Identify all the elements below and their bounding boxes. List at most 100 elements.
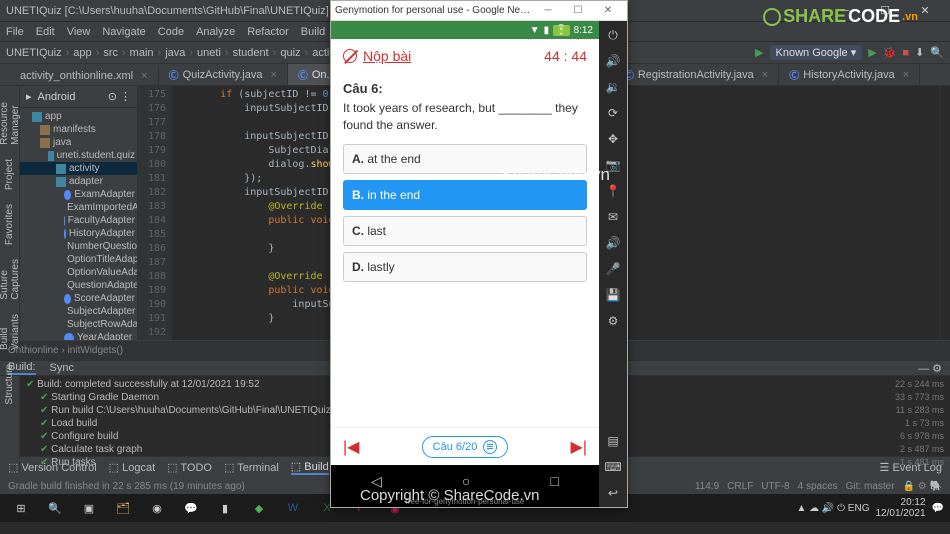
bottom-tab-build[interactable]: ⬚ Build — [291, 460, 329, 475]
tree-node[interactable]: YearAdapter — [20, 331, 137, 340]
tree-node[interactable]: HistoryAdapter — [20, 227, 137, 240]
search-icon[interactable]: 🔍 — [930, 46, 944, 59]
crumb[interactable]: quiz — [280, 47, 300, 59]
msg-icon[interactable]: ✉ — [605, 209, 621, 225]
clock-date[interactable]: 12/01/2021 — [875, 508, 925, 519]
tree-node[interactable]: OptionValueAdapter — [20, 266, 137, 279]
project-header[interactable]: ▸Android ⊙ ⋮ — [20, 86, 137, 108]
terminal-icon[interactable]: ▮ — [210, 496, 240, 520]
menu-build[interactable]: Build — [301, 26, 325, 38]
editor-tab[interactable]: Ⓒ HistoryActivity.java× — [779, 64, 920, 85]
tree-node[interactable]: java — [20, 136, 137, 149]
tree-node[interactable]: adapter — [20, 175, 137, 188]
start-button[interactable]: ⊞ — [6, 496, 36, 520]
tool-stripe-build-variants[interactable]: Build Variants — [0, 310, 23, 354]
answer-option[interactable]: B. in the end — [343, 180, 587, 210]
tool-stripe-resource-manager[interactable]: Resource Manager — [0, 98, 23, 149]
tree-node[interactable]: ExamImportedAdapter — [20, 201, 137, 214]
stop-icon[interactable]: ■ — [902, 47, 909, 59]
android-studio-icon[interactable]: ◆ — [244, 496, 274, 520]
spk-icon[interactable]: 🔊 — [605, 235, 621, 251]
bottom-tab-terminal[interactable]: ⬚ Terminal — [224, 461, 279, 474]
play-icon[interactable]: ▶ — [755, 46, 763, 59]
editor-tab[interactable]: Ⓒ RegistrationActivity.java× — [614, 64, 779, 85]
event-log[interactable]: ☰ Event Log — [880, 461, 942, 474]
git-icon[interactable]: ⬇ — [915, 46, 924, 59]
kbd-icon[interactable]: ⌨ — [605, 459, 621, 475]
emulator-window[interactable]: Genymotion for personal use - Google Nex… — [330, 0, 628, 508]
tree-node[interactable]: app — [20, 110, 137, 123]
bottom-tab-logcat[interactable]: ⬚ Logcat — [109, 461, 155, 474]
tree-node[interactable]: ScoreAdapter — [20, 292, 137, 305]
search-icon[interactable]: 🔍 — [40, 496, 70, 520]
gps-icon[interactable]: 📍 — [605, 183, 621, 199]
tree-node[interactable]: activity — [20, 162, 137, 175]
crumb[interactable]: student — [233, 47, 269, 59]
menu-analyze[interactable]: Analyze — [196, 26, 235, 38]
volume-down-icon[interactable]: 🔉 — [605, 79, 621, 95]
prev-question-button[interactable]: |◀ — [343, 437, 359, 457]
tree-node[interactable]: uneti.student.quiz — [20, 149, 137, 162]
move-icon[interactable]: ✥ — [605, 131, 621, 147]
question-counter-button[interactable]: Câu 6/20 — [422, 436, 509, 458]
tree-node[interactable]: QuestionAdapter — [20, 279, 137, 292]
recents-button[interactable]: □ — [550, 473, 558, 489]
tree-node[interactable]: ExamAdapter — [20, 188, 137, 201]
mic-icon[interactable]: 🎤 — [605, 261, 621, 277]
settings-icon[interactable]: ⚙ — [605, 313, 621, 329]
tree-node[interactable]: NumberQuestionAdapter — [20, 240, 137, 253]
notifications-icon[interactable]: 💬 — [932, 503, 944, 514]
task-view-icon[interactable]: ▣ — [74, 496, 104, 520]
back-icon[interactable]: ↩ — [605, 485, 621, 501]
answer-option[interactable]: C. last — [343, 216, 587, 246]
volume-up-icon[interactable]: 🔊 — [605, 53, 621, 69]
tool-stripe-structure[interactable]: Structure — [2, 360, 17, 409]
editor-tab[interactable]: activity_onthionline.xml× — [2, 67, 159, 85]
menu-code[interactable]: Code — [158, 26, 184, 38]
tree-node[interactable]: manifests — [20, 123, 137, 136]
tree-node[interactable]: SubjectRowAdapter — [20, 318, 137, 331]
answer-option[interactable]: A. at the end — [343, 144, 587, 174]
build-tab-sync[interactable]: Sync — [50, 362, 74, 374]
phone-screen[interactable]: ▼ ▮ 🔋 8:12 Nộp bài 44 : 44 Câu 6: It too… — [331, 21, 599, 507]
menu-navigate[interactable]: Navigate — [102, 26, 145, 38]
emu-minimize-button[interactable]: ─ — [533, 5, 563, 16]
menu-edit[interactable]: Edit — [36, 26, 55, 38]
tree-node[interactable]: SubjectAdapter — [20, 305, 137, 318]
emu-maximize-button[interactable]: ☐ — [563, 5, 593, 16]
clock-time[interactable]: 20:12 — [875, 497, 925, 508]
crumb[interactable]: app — [73, 47, 91, 59]
rotate-icon[interactable]: ⟳ — [605, 105, 621, 121]
menu-file[interactable]: File — [6, 26, 24, 38]
tree-node[interactable]: FacultyAdapter — [20, 214, 137, 227]
word-icon[interactable]: W — [278, 496, 308, 520]
menu-view[interactable]: View — [67, 26, 91, 38]
tool-stripe-favorites[interactable]: Favorites — [2, 200, 17, 249]
crumb[interactable]: UNETIQuiz — [6, 47, 62, 59]
messenger-icon[interactable]: 💬 — [176, 496, 206, 520]
menu-refactor[interactable]: Refactor — [247, 26, 289, 38]
disk-icon[interactable]: 💾 — [605, 287, 621, 303]
crumb[interactable]: main — [130, 47, 154, 59]
tree-node[interactable]: OptionTitleAdapter — [20, 253, 137, 266]
tray-icons[interactable]: ▲ ☁ 🔊 ⏻ ENG — [796, 503, 869, 514]
debug-icon[interactable]: ▶ — [868, 46, 876, 59]
crumb[interactable]: src — [103, 47, 118, 59]
camera-icon[interactable]: 📷 — [605, 157, 621, 173]
explorer-icon[interactable]: 🗂 — [108, 496, 138, 520]
bottom-tab-version-control[interactable]: ⬚ Version Control — [8, 461, 97, 474]
crumb[interactable]: uneti — [197, 47, 221, 59]
run-config-dropdown[interactable]: Known Google ▾ — [770, 45, 863, 60]
tool-stripe-project[interactable]: Project — [2, 155, 17, 194]
submit-button[interactable]: Nộp bài — [343, 48, 411, 64]
next-question-button[interactable]: ▶| — [571, 437, 587, 457]
ruler-icon[interactable]: ▤ — [605, 433, 621, 449]
tool-stripe-suture-captures[interactable]: Suture Captures — [0, 255, 23, 304]
power-icon[interactable]: ⏻ — [605, 27, 621, 43]
bottom-tab-todo[interactable]: ⬚ TODO — [167, 461, 212, 474]
chrome-icon[interactable]: ◉ — [142, 496, 172, 520]
emu-close-button[interactable]: ✕ — [593, 5, 623, 16]
project-tree[interactable]: appmanifestsjavauneti.student.quizactivi… — [20, 108, 137, 340]
editor-tab[interactable]: Ⓒ QuizActivity.java× — [159, 64, 288, 85]
crumb[interactable]: java — [165, 47, 185, 59]
